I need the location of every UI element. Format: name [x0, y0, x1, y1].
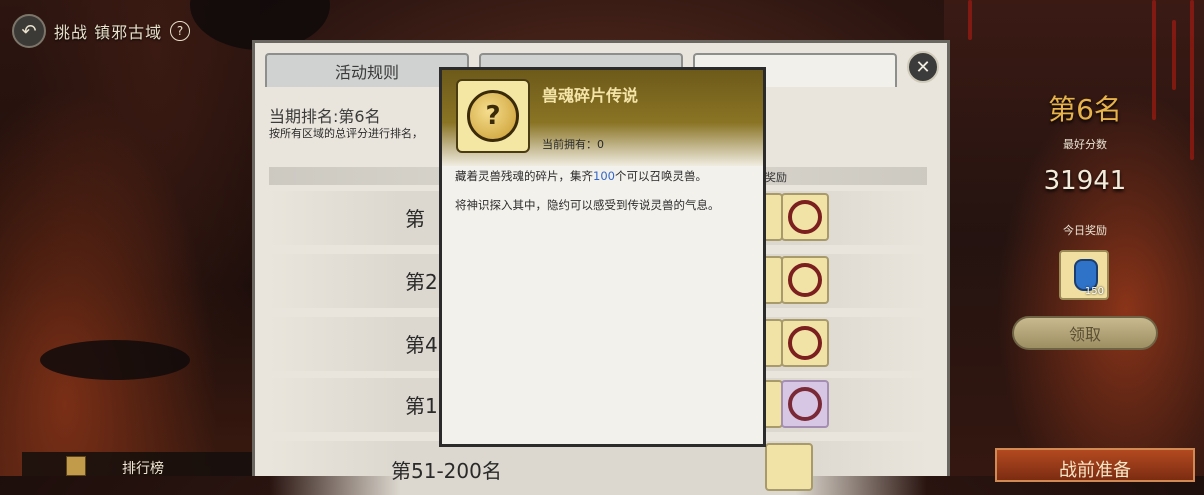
- item-description-2: 将神识探入其中，隐约可以感受到传说灵兽的气息。: [455, 198, 720, 212]
- ring-icon: [788, 326, 822, 360]
- rank-label: 第4: [405, 333, 438, 357]
- rank-description: 按所有区域的总评分进行排名，: [269, 127, 423, 140]
- lava-streak: [1152, 0, 1156, 120]
- reward-slot[interactable]: [765, 443, 813, 491]
- page-title: 挑战 镇邪古域: [54, 23, 163, 42]
- my-rank: 第6名: [1048, 93, 1122, 126]
- claim-button[interactable]: 领取: [1012, 316, 1158, 350]
- rank-label: 第: [405, 207, 425, 231]
- ink-splash: [40, 340, 190, 380]
- item-icon-frame: ?: [456, 79, 530, 153]
- beast-soul-shard-icon: ?: [467, 90, 519, 142]
- table-row: 第51-200名: [269, 441, 927, 495]
- lava-streak: [1172, 20, 1176, 90]
- item-name: 兽魂碎片传说: [542, 86, 639, 105]
- reward-column-header: 奖励: [765, 171, 787, 184]
- back-arrow-icon[interactable]: ↶: [12, 14, 46, 48]
- reward-slot[interactable]: [763, 380, 783, 428]
- background-right: [944, 0, 1204, 476]
- owned-count: 当前拥有：0: [542, 138, 604, 151]
- reward-slot[interactable]: [781, 380, 829, 428]
- reward-slot[interactable]: [763, 319, 783, 367]
- rank-label: 第2: [405, 270, 438, 294]
- ring-icon: [788, 387, 822, 421]
- desc-prefix: 藏着灵兽残魂的碎片，集齐: [455, 169, 593, 183]
- best-score: 31941: [1043, 166, 1127, 196]
- ring-icon: [788, 200, 822, 234]
- background-left: [0, 0, 260, 476]
- desc-number: 100: [593, 169, 615, 183]
- reward-slot[interactable]: [781, 256, 829, 304]
- rankboard-button[interactable]: 排行榜: [122, 458, 164, 478]
- rank-label: 第51-200名: [391, 459, 502, 483]
- reward-slot[interactable]: [763, 193, 783, 241]
- reward-slot[interactable]: [763, 256, 783, 304]
- today-reward-label: 今日奖励: [1063, 224, 1107, 237]
- reward-slot[interactable]: [781, 319, 829, 367]
- lava-streak: [968, 0, 972, 40]
- reward-slot[interactable]: [781, 193, 829, 241]
- lava-streak: [1190, 0, 1194, 160]
- item-description-1: 藏着灵兽残魂的碎片，集齐100个可以召唤灵兽。: [455, 168, 707, 184]
- desc-suffix: 个可以召唤灵兽。: [614, 169, 707, 183]
- battle-prep-button[interactable]: 战前准备: [995, 448, 1195, 482]
- reward-quantity: 150: [1084, 286, 1104, 297]
- item-tooltip: ? 兽魂碎片传说 当前拥有：0 藏着灵兽残魂的碎片，集齐100个可以召唤灵兽。 …: [439, 67, 766, 447]
- rankboard-icon[interactable]: [66, 456, 86, 476]
- top-bar: ↶ 挑战 镇邪古域 ?: [12, 14, 191, 48]
- current-rank: 当期排名:第6名: [269, 107, 381, 126]
- best-score-label: 最好分数: [1063, 138, 1107, 151]
- today-reward-slot[interactable]: 150: [1059, 250, 1109, 300]
- help-icon[interactable]: ?: [170, 21, 191, 41]
- ring-icon: [788, 263, 822, 297]
- close-icon[interactable]: ✕: [907, 51, 939, 83]
